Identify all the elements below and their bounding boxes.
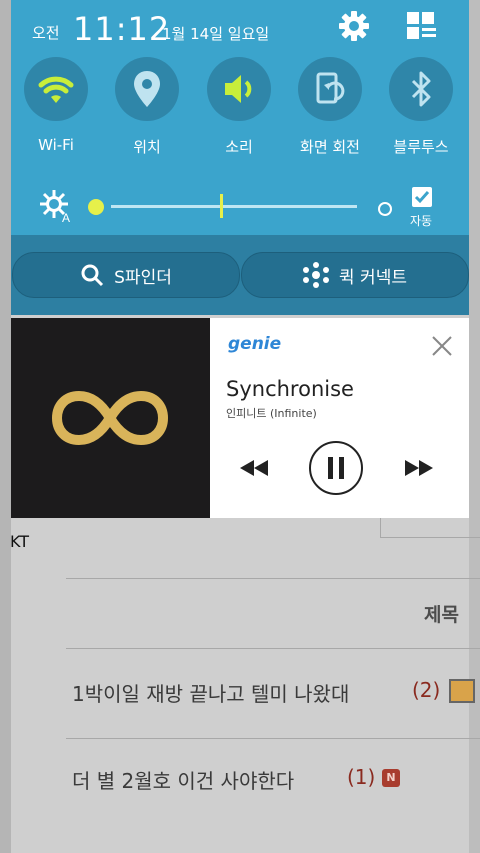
svg-text:A: A <box>62 211 70 224</box>
divider <box>380 518 381 538</box>
album-art[interactable] <box>11 318 210 518</box>
s-finder-label: S파인더 <box>114 267 172 288</box>
settings-gear-icon[interactable] <box>338 10 370 46</box>
clock: 11:12 <box>73 10 171 48</box>
previous-track-icon[interactable] <box>238 458 270 482</box>
divider <box>66 578 480 579</box>
wifi-toggle[interactable] <box>24 57 88 121</box>
background-right-edge <box>469 0 480 853</box>
wifi-label: Wi-Fi <box>38 136 74 154</box>
location-toggle[interactable] <box>115 57 179 121</box>
image-icon <box>449 679 475 703</box>
auto-brightness-label: 자동 <box>410 214 433 228</box>
comment-count: (2) <box>412 678 441 702</box>
track-artist: 인피니트 (Infinite) <box>226 407 317 420</box>
brightness-slider-track[interactable] <box>111 205 357 208</box>
bluetooth-toggle[interactable] <box>389 57 453 121</box>
wifi-icon <box>38 76 74 103</box>
next-track-icon[interactable] <box>403 458 435 482</box>
s-finder-button[interactable]: S파인더 <box>12 252 240 298</box>
ampm-label: 오전 <box>32 24 60 42</box>
divider <box>66 738 480 739</box>
status-row: 오전 11:12 1월 14일 일요일 <box>11 0 469 56</box>
close-icon[interactable] <box>432 336 452 360</box>
music-player-card: genie Synchronise 인피니트 (Infinite) <box>210 318 469 518</box>
edit-grid-icon[interactable] <box>407 12 437 44</box>
divider <box>380 537 480 538</box>
genie-logo: genie <box>228 334 282 354</box>
brightness-auto-marker <box>220 194 223 218</box>
new-badge: N <box>382 769 400 787</box>
sound-icon <box>225 75 252 103</box>
brightness-slider-handle[interactable] <box>88 199 104 215</box>
location-icon <box>134 71 160 107</box>
quick-panel: 오전 11:12 1월 14일 일요일 Wi-Fi 위치 소리 화면 회전 블루… <box>11 0 469 315</box>
bluetooth-label: 블루투스 <box>393 138 449 156</box>
comment-count: (1) <box>347 765 376 789</box>
pause-button[interactable] <box>308 440 364 500</box>
sound-label: 소리 <box>225 138 253 156</box>
list-item-title[interactable]: 1박이일 재방 끝나고 텔미 나왔대 <box>72 678 349 707</box>
infinity-logo <box>51 390 169 446</box>
column-header: 제목 <box>424 604 459 626</box>
quick-connect-icon <box>303 262 330 288</box>
search-icon <box>81 264 104 287</box>
brightness-max-icon <box>378 202 392 216</box>
background-left-edge <box>0 0 11 853</box>
bluetooth-icon <box>411 71 431 107</box>
date-label: 1월 14일 일요일 <box>162 25 270 43</box>
brightness-icon: A <box>38 188 74 228</box>
sound-toggle[interactable] <box>207 57 271 121</box>
rotate-label: 화면 회전 <box>300 138 360 156</box>
rotate-icon <box>316 72 345 104</box>
quick-connect-label: 퀵 커넥트 <box>339 267 407 288</box>
rotate-toggle[interactable] <box>298 57 362 121</box>
auto-brightness-checkbox[interactable] <box>411 186 433 212</box>
quick-connect-button[interactable]: 퀵 커넥트 <box>241 252 469 298</box>
divider <box>66 648 480 649</box>
location-label: 위치 <box>133 138 161 156</box>
list-item-title[interactable]: 더 별 2월호 이건 사야한다 <box>72 765 294 794</box>
carrier-label: KT <box>10 532 30 551</box>
track-title: Synchronise <box>226 377 354 401</box>
